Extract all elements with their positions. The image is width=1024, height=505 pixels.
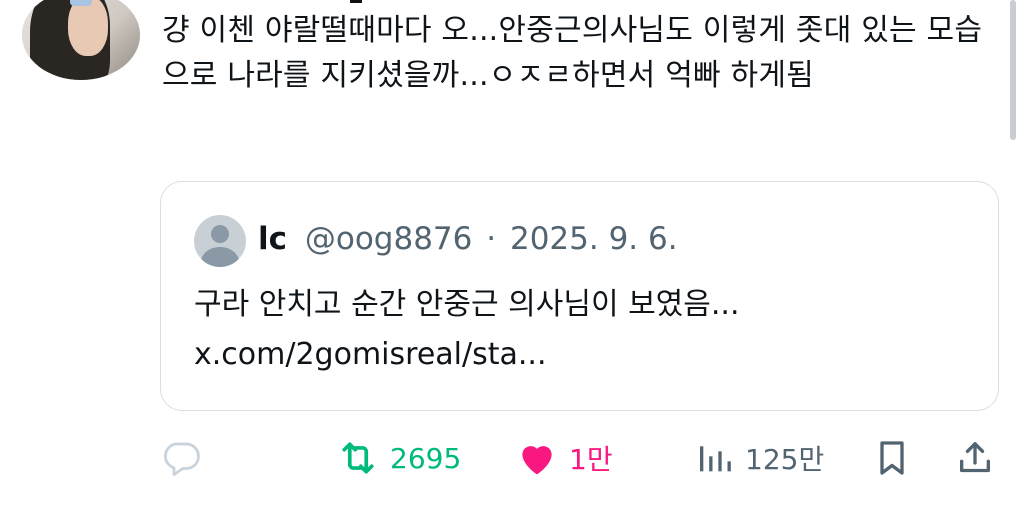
repost-button[interactable]: 2695 — [336, 430, 461, 486]
scrollbar[interactable] — [1010, 0, 1016, 140]
views-count: 125만 — [745, 443, 825, 476]
quoted-author-name[interactable]: lc — [258, 221, 287, 257]
default-avatar-icon[interactable] — [194, 215, 246, 267]
like-count: 1만 — [569, 443, 613, 476]
post-action-bar: 2695 1만 125만 — [0, 430, 1024, 490]
quoted-post-body: 구라 안치고 순간 안중근 의사님이 보였음... x.com/2gomisre… — [194, 280, 984, 380]
reply-icon — [164, 442, 200, 477]
repost-count: 2695 — [390, 441, 462, 475]
views-icon — [700, 446, 731, 472]
heart-icon — [522, 446, 552, 475]
post-text: 걍 이첸 야랄떨때마다 오...안중근의사님도 이렇게 좃대 있는 모습으로 나… — [162, 13, 983, 93]
bookmark-icon — [880, 441, 904, 475]
quoted-author-handle[interactable]: @oog8876 — [305, 221, 473, 257]
share-icon — [960, 442, 990, 473]
quoted-post-header: lc @oog8876 · 2025. 9. 6. — [258, 217, 678, 261]
meta-separator: · — [486, 221, 497, 257]
top-edge-fragment — [350, 0, 362, 3]
quoted-post-text: 구라 안치고 순간 안중근 의사님이 보였음... — [194, 287, 740, 322]
reply-button[interactable] — [160, 430, 202, 486]
quoted-post-link[interactable]: x.com/2gomisreal/sta... — [194, 330, 984, 380]
bookmark-button[interactable] — [872, 430, 912, 486]
quoted-post-card[interactable]: lc @oog8876 · 2025. 9. 6. 구라 안치고 순간 안중근 … — [160, 181, 999, 411]
views-button[interactable]: 125만 — [695, 430, 824, 486]
share-button[interactable] — [955, 430, 995, 486]
quoted-post-date[interactable]: 2025. 9. 6. — [510, 221, 678, 257]
author-avatar[interactable] — [22, 0, 140, 80]
like-button[interactable]: 1만 — [515, 430, 613, 486]
repost-icon — [342, 442, 374, 474]
